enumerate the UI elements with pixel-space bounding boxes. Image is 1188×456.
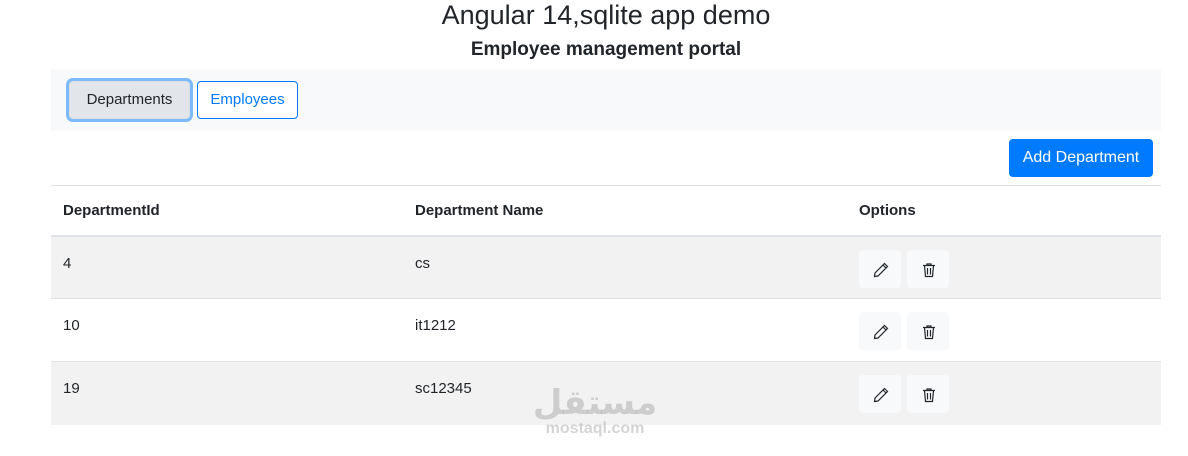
pencil-icon xyxy=(873,262,889,277)
options-cell xyxy=(847,361,1161,425)
departments-table: DepartmentId Department Name Options 4 c… xyxy=(51,185,1161,425)
column-header-options: Options xyxy=(847,185,1161,237)
table-row: 4 cs xyxy=(51,235,1161,299)
pencil-icon xyxy=(873,324,889,340)
department-id-cell: 19 xyxy=(51,361,403,425)
employees-nav-button[interactable]: Employees xyxy=(197,81,298,119)
column-header-department-id: DepartmentId xyxy=(51,185,403,237)
app-subtitle: Employee management portal xyxy=(470,39,742,60)
department-name-cell: cs xyxy=(403,235,847,299)
column-header-department-name: Department Name xyxy=(403,185,847,237)
trash-icon xyxy=(923,325,936,340)
trash-icon xyxy=(923,262,936,277)
department-id-cell: 4 xyxy=(51,235,403,299)
app-title: Angular 14,sqlite app demo xyxy=(441,0,771,30)
navbar: Departments Employees xyxy=(51,69,1161,131)
options-cell xyxy=(847,298,1161,362)
department-name-cell: it1212 xyxy=(403,298,847,362)
department-name-cell: sc12345 xyxy=(403,361,847,425)
edit-button[interactable] xyxy=(859,375,901,413)
add-department-button[interactable]: Add Department xyxy=(1009,139,1153,177)
table-row: 19 sc12345 xyxy=(51,361,1161,425)
options-cell xyxy=(847,235,1161,299)
table-row: 10 it1212 xyxy=(51,298,1161,362)
departments-nav-button[interactable]: Departments xyxy=(69,81,190,119)
department-id-cell: 10 xyxy=(51,298,403,362)
delete-button[interactable] xyxy=(907,375,950,413)
delete-button[interactable] xyxy=(907,312,950,350)
edit-button[interactable] xyxy=(859,312,901,350)
edit-button[interactable] xyxy=(859,249,901,288)
trash-icon xyxy=(923,388,936,403)
pencil-icon xyxy=(873,387,889,403)
delete-button[interactable] xyxy=(907,249,950,288)
table-header-row: DepartmentId Department Name Options xyxy=(51,185,1161,237)
